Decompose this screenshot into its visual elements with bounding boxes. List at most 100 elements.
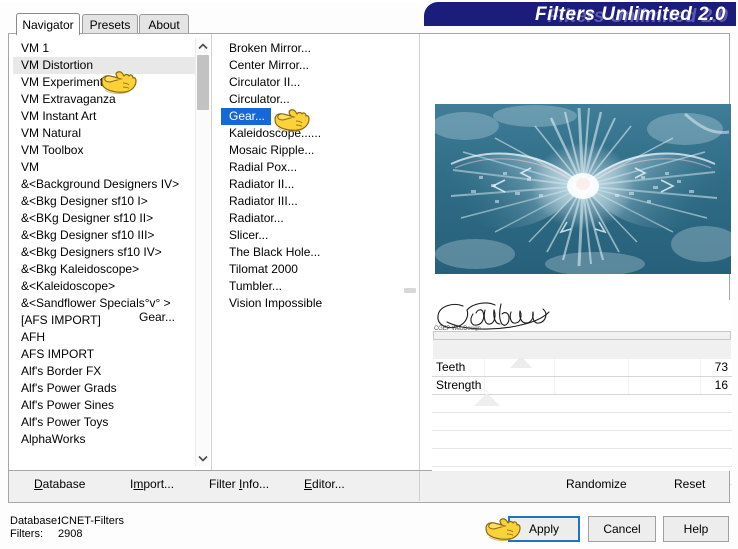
tab-navigator-label: Navigator bbox=[22, 17, 74, 32]
parameter-value: 73 bbox=[714, 360, 728, 374]
parameter-row[interactable]: Teeth 73 bbox=[432, 356, 732, 377]
parameter-tick bbox=[484, 377, 485, 394]
filter-list-item[interactable]: Radiator... bbox=[221, 210, 401, 227]
toolbar-divider bbox=[419, 471, 420, 501]
category-list-item-label: Alf's Power Sines bbox=[21, 398, 114, 412]
category-list-item-label: &<Sandflower Specials°v° > bbox=[21, 296, 171, 310]
filter-list-item-label: Circulator... bbox=[229, 92, 290, 106]
filter-list-item[interactable]: Slicer... bbox=[221, 227, 401, 244]
category-list-item-label: VM Experimental bbox=[21, 75, 113, 89]
selected-filter-title: Gear... bbox=[139, 310, 176, 324]
help-button-label: Help bbox=[683, 522, 709, 536]
category-list-item[interactable]: AFS IMPORT bbox=[13, 346, 195, 363]
editor-button[interactable]: Editor... bbox=[304, 477, 345, 495]
main-panel: VM 1 VM Distortion VM Experimental VM Extra… bbox=[8, 33, 732, 503]
cancel-button[interactable]: Cancel bbox=[588, 516, 656, 542]
filter-list-item[interactable]: Radiator III... bbox=[221, 193, 401, 210]
help-button[interactable]: Help bbox=[663, 516, 729, 542]
category-list[interactable]: VM 1 VM Distortion VM Experimental VM Extra… bbox=[13, 40, 195, 465]
preview-render bbox=[435, 104, 731, 274]
category-list-item[interactable]: &<Background Designers IV> bbox=[13, 176, 195, 193]
category-list-item[interactable]: VM Instant Art bbox=[13, 108, 195, 125]
filter-list-item-label: Tilomat 2000 bbox=[229, 262, 298, 276]
filter-list-item-label: Gear... bbox=[221, 108, 272, 125]
filter-list-item[interactable]: Radiator II... bbox=[221, 176, 401, 193]
category-list-item[interactable]: &<BKg Designer sf10 II> bbox=[13, 210, 195, 227]
category-list-item-label: &<Kaleidoscope> bbox=[21, 279, 116, 293]
category-list-item[interactable]: Alf's Power Grads bbox=[13, 380, 195, 397]
filter-list-item[interactable]: Tumbler... bbox=[221, 278, 401, 295]
category-list-item[interactable]: VM Extravaganza bbox=[13, 91, 195, 108]
category-list-item[interactable]: AlphaWorks bbox=[13, 431, 195, 448]
reset-button[interactable]: Reset bbox=[674, 477, 705, 495]
filters-unlimited-window: Filters Unlimited 2.0 Filters Unlimited … bbox=[0, 0, 738, 549]
filter-list-item[interactable]: Circulator... bbox=[221, 91, 401, 108]
category-scrollbar[interactable] bbox=[195, 38, 210, 466]
category-list-item[interactable]: Alf's Power Toys bbox=[13, 414, 195, 431]
category-list-item[interactable]: VM 1 bbox=[13, 40, 195, 57]
category-list-item-label: Alf's Border FX bbox=[21, 364, 102, 378]
tab-strip: Navigator Presets About bbox=[8, 13, 730, 35]
parameter-row-empty bbox=[432, 449, 732, 467]
preview-image[interactable] bbox=[435, 104, 731, 274]
category-list-item[interactable]: Alf's Power Sines bbox=[13, 397, 195, 414]
category-list-item-label: VM Instant Art bbox=[21, 109, 97, 123]
category-list-item[interactable]: &<Bkg Designer sf10 III> bbox=[13, 227, 195, 244]
filter-list-item[interactable]: Gear... bbox=[221, 108, 401, 125]
category-list-item-label: &<Background Designers IV> bbox=[21, 177, 180, 191]
category-list-item[interactable]: AFH bbox=[13, 329, 195, 346]
category-list-item[interactable]: VM Experimental bbox=[13, 74, 195, 91]
filter-list[interactable]: Broken Mirror... Center Mirror... Circulat… bbox=[221, 40, 401, 465]
bottom-toolbar: Database Import... Filter Info... Editor… bbox=[8, 471, 730, 503]
category-list-item-label: AlphaWorks bbox=[21, 432, 86, 446]
filter-info-button[interactable]: Filter Info... bbox=[209, 477, 269, 495]
parameter-name: Strength bbox=[436, 378, 482, 392]
category-list-item[interactable]: VM Toolbox bbox=[13, 142, 195, 159]
filter-list-item-label: The Black Hole... bbox=[229, 245, 321, 259]
signature-underbar bbox=[433, 331, 731, 340]
filter-list-item[interactable]: Mosaic Ripple... bbox=[221, 142, 401, 159]
tab-about[interactable]: About bbox=[139, 14, 189, 34]
category-list-item-label: &<Bkg Designer sf10 I> bbox=[21, 194, 148, 208]
category-list-item[interactable]: VM Natural bbox=[13, 125, 195, 142]
filter-list-item-label: Mosaic Ripple... bbox=[229, 143, 315, 157]
filter-list-item[interactable]: Broken Mirror... bbox=[221, 40, 401, 57]
category-list-item[interactable]: Alf's Border FX bbox=[13, 363, 195, 380]
filter-list-item[interactable]: Kaleidoscope...... bbox=[221, 125, 401, 142]
filter-list-item-label: Circulator II... bbox=[229, 75, 301, 89]
apply-button-label: Apply bbox=[528, 522, 560, 536]
category-list-item-label: VM Distortion bbox=[21, 58, 94, 72]
category-list-item[interactable]: VM bbox=[13, 159, 195, 176]
parameter-row-empty bbox=[432, 431, 732, 449]
category-list-item[interactable]: &<Bkg Designers sf10 IV> bbox=[13, 244, 195, 261]
slider-handle-secondary[interactable] bbox=[474, 393, 500, 406]
filter-list-item[interactable]: The Black Hole... bbox=[221, 244, 401, 261]
filter-scrollbar-thumb[interactable] bbox=[404, 288, 416, 293]
scroll-up-arrow-icon[interactable] bbox=[196, 38, 210, 54]
tab-presets-label: Presets bbox=[89, 17, 131, 32]
category-list-item[interactable]: VM Distortion bbox=[13, 57, 195, 74]
apply-button[interactable]: Apply bbox=[508, 516, 580, 542]
filter-list-item-label: Slicer... bbox=[229, 228, 269, 242]
category-list-item[interactable]: &<Bkg Designer sf10 I> bbox=[13, 193, 195, 210]
tab-presets[interactable]: Presets bbox=[82, 14, 138, 34]
status-database-value: ICNET-Filters bbox=[58, 515, 124, 527]
tab-navigator[interactable]: Navigator bbox=[16, 13, 80, 35]
status-database-label: Database: bbox=[10, 515, 61, 527]
scroll-down-arrow-icon[interactable] bbox=[196, 450, 210, 466]
slider-handle[interactable] bbox=[510, 356, 532, 368]
category-list-item[interactable]: &<Bkg Kaleidoscope> bbox=[13, 261, 195, 278]
filter-list-item[interactable]: Radial Pox... bbox=[221, 159, 401, 176]
filter-list-item[interactable]: Tilomat 2000 bbox=[221, 261, 401, 278]
filter-list-item[interactable]: Circulator II... bbox=[221, 74, 401, 91]
database-button[interactable]: Database bbox=[34, 477, 85, 495]
filter-list-item[interactable]: Center Mirror... bbox=[221, 57, 401, 74]
filter-scrollbar[interactable] bbox=[403, 38, 418, 466]
category-list-item[interactable]: &<Kaleidoscope> bbox=[13, 278, 195, 295]
scrollbar-thumb[interactable] bbox=[197, 55, 209, 110]
category-list-item-label: VM 1 bbox=[21, 41, 50, 55]
randomize-button[interactable]: Randomize bbox=[566, 477, 627, 495]
parameter-name: Teeth bbox=[436, 360, 466, 374]
panel-divider-1 bbox=[211, 34, 212, 470]
import-button[interactable]: Import... bbox=[130, 477, 174, 495]
